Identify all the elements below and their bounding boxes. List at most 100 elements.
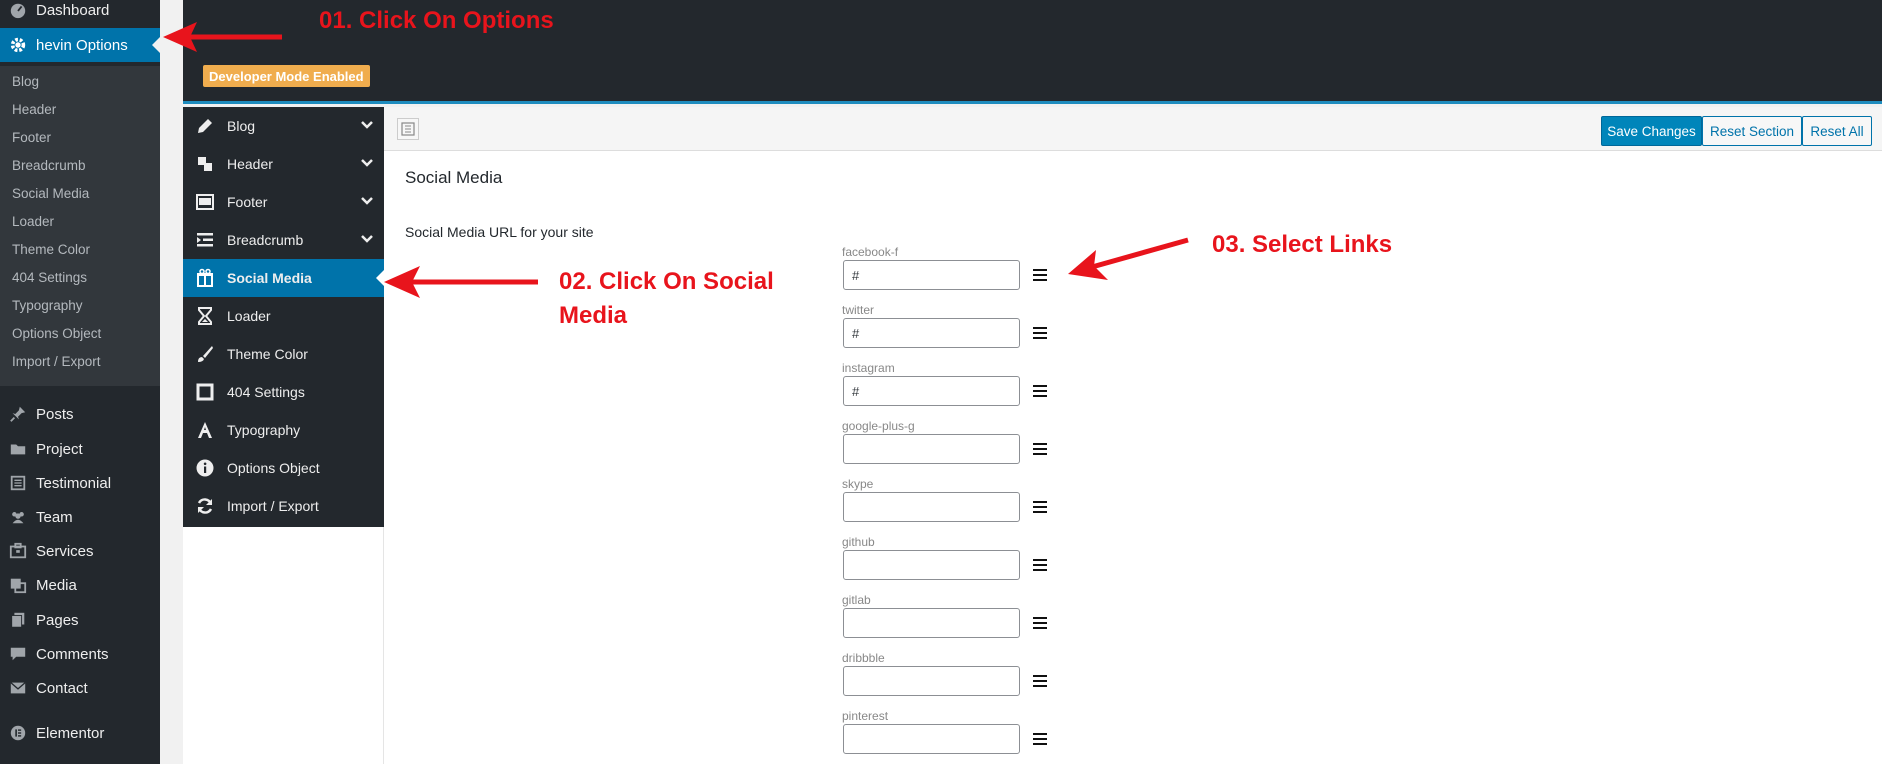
submenu-import-export[interactable]: Import / Export: [12, 354, 101, 369]
menu-media-label: Media: [36, 576, 77, 594]
menu-contact-label: Contact: [36, 679, 88, 697]
reset-all-button[interactable]: Reset All: [1802, 116, 1872, 146]
submenu-404-settings[interactable]: 404 Settings: [12, 270, 87, 285]
comment-icon: [0, 645, 36, 663]
menu-media[interactable]: Media: [0, 570, 160, 600]
expand-options-button[interactable]: [397, 118, 419, 140]
folder-icon: [0, 440, 36, 458]
square-icon: [183, 382, 227, 402]
submenu-footer[interactable]: Footer: [12, 130, 51, 145]
nav-404-settings-label: 404 Settings: [227, 384, 305, 400]
drag-handle-icon[interactable]: [1032, 616, 1048, 630]
pages-icon: [0, 611, 36, 629]
nav-404-settings[interactable]: 404 Settings: [183, 373, 384, 411]
nav-options-object-label: Options Object: [227, 460, 320, 476]
menu-testimonial-label: Testimonial: [36, 474, 112, 492]
menu-pages[interactable]: Pages: [0, 605, 160, 635]
breadcrumb-icon: [183, 230, 227, 250]
menu-dashboard[interactable]: Dashboard: [0, 0, 160, 26]
submenu-theme-color[interactable]: Theme Color: [12, 242, 90, 257]
submenu-loader[interactable]: Loader: [12, 214, 54, 229]
drag-handle-icon[interactable]: [1032, 268, 1048, 282]
expand-icon: [401, 122, 415, 136]
menu-elementor[interactable]: Elementor: [0, 718, 160, 748]
submenu-options-object[interactable]: Options Object: [12, 326, 101, 341]
menu-services-label: Services: [36, 542, 94, 560]
menu-comments[interactable]: Comments: [0, 639, 160, 669]
chevron-down-icon[interactable]: [360, 194, 374, 208]
facebook-f-input[interactable]: [843, 260, 1020, 290]
menu-project[interactable]: Project: [0, 434, 160, 464]
dashboard-icon: [0, 1, 36, 19]
gitlab-label: gitlab: [842, 593, 871, 607]
twitter-label: twitter: [842, 303, 875, 317]
pinterest-input[interactable]: [843, 724, 1020, 754]
google-plus-g-input[interactable]: [843, 434, 1020, 464]
submenu-social-media[interactable]: Social Media: [12, 186, 89, 201]
drag-handle-icon[interactable]: [1032, 674, 1048, 688]
menu-team-label: Team: [36, 508, 73, 526]
twitter-input[interactable]: [843, 318, 1020, 348]
nav-import-export-label: Import / Export: [227, 498, 319, 514]
nav-loader-label: Loader: [227, 308, 271, 324]
annotation-step-2-line-1: 02. Click On Social: [559, 268, 774, 295]
nav-social-media[interactable]: Social Media: [183, 259, 384, 297]
nav-theme-color[interactable]: Theme Color: [183, 335, 384, 373]
menu-team[interactable]: Team: [0, 502, 160, 532]
facebook-f-label: facebook-f: [842, 245, 899, 259]
instagram-label: instagram: [842, 361, 895, 375]
drag-handle-icon[interactable]: [1032, 326, 1048, 340]
media-icon: [0, 576, 36, 594]
brush-icon: [183, 344, 227, 364]
nav-options-object[interactable]: Options Object: [183, 449, 384, 487]
nav-theme-color-label: Theme Color: [227, 346, 308, 362]
annotation-step-1: 01. Click On Options: [319, 7, 554, 34]
dribbble-input[interactable]: [843, 666, 1020, 696]
drag-handle-icon[interactable]: [1032, 732, 1048, 746]
nav-import-export[interactable]: Import / Export: [183, 487, 384, 525]
menu-hevin-options[interactable]: hevin Options: [0, 28, 160, 62]
drag-handle-icon[interactable]: [1032, 442, 1048, 456]
nav-breadcrumb[interactable]: Breadcrumb: [183, 221, 384, 259]
reset-section-button[interactable]: Reset Section: [1702, 116, 1802, 146]
annotation-step-3: 03. Select Links: [1212, 231, 1393, 258]
menu-contact[interactable]: Contact: [0, 673, 160, 703]
gift-icon: [183, 268, 227, 288]
submenu-header[interactable]: Header: [12, 102, 56, 117]
github-input[interactable]: [843, 550, 1020, 580]
drag-handle-icon[interactable]: [1032, 384, 1048, 398]
chevron-down-icon[interactable]: [360, 156, 374, 170]
gitlab-input[interactable]: [843, 608, 1020, 638]
submenu-blog[interactable]: Blog: [12, 74, 39, 89]
nav-blog[interactable]: Blog: [183, 107, 384, 145]
nav-footer-label: Footer: [227, 194, 268, 210]
refresh-icon: [183, 496, 227, 516]
nav-loader[interactable]: Loader: [183, 297, 384, 335]
instagram-input[interactable]: [843, 376, 1020, 406]
chevron-down-icon[interactable]: [360, 232, 374, 246]
nav-social-media-label: Social Media: [227, 270, 312, 286]
google-plus-g-label: google-plus-g: [842, 419, 915, 433]
menu-posts[interactable]: Posts: [0, 399, 160, 429]
nav-typography[interactable]: Typography: [183, 411, 384, 449]
dribbble-label: dribbble: [842, 651, 885, 665]
pencil-icon: [183, 116, 227, 136]
nav-spacer: [183, 527, 384, 764]
menu-services[interactable]: Services: [0, 536, 160, 566]
list-icon: [0, 474, 36, 492]
save-changes-button[interactable]: Save Changes: [1601, 116, 1702, 146]
nav-footer[interactable]: Footer: [183, 183, 384, 221]
menu-testimonial[interactable]: Testimonial: [0, 468, 160, 498]
submenu-breadcrumb[interactable]: Breadcrumb: [12, 158, 86, 173]
nav-header[interactable]: Header: [183, 145, 384, 183]
nav-typography-label: Typography: [227, 422, 301, 438]
skype-input[interactable]: [843, 492, 1020, 522]
chevron-down-icon[interactable]: [360, 118, 374, 132]
mail-icon: [0, 679, 36, 697]
drag-handle-icon[interactable]: [1032, 558, 1048, 572]
menu-pages-label: Pages: [36, 611, 79, 629]
submenu-typography[interactable]: Typography: [12, 298, 83, 313]
gear-icon: [0, 36, 36, 54]
menu-posts-label: Posts: [36, 405, 74, 423]
drag-handle-icon[interactable]: [1032, 500, 1048, 514]
